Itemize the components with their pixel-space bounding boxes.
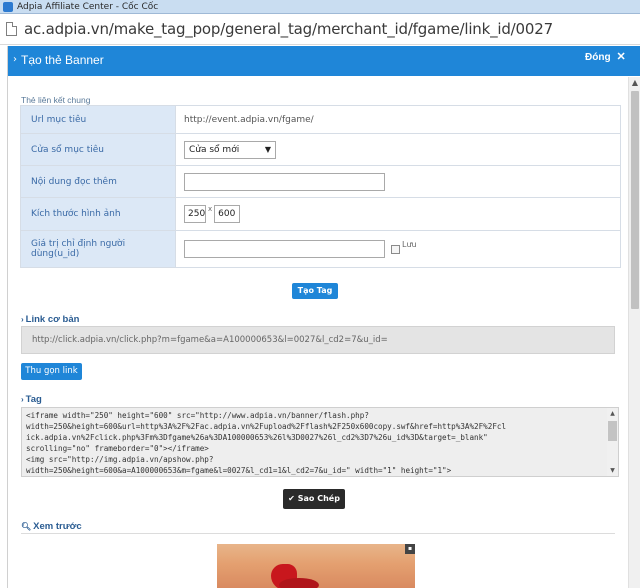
code-line: width=250&height=600&url=http%3A%2F%2Fac…: [26, 422, 507, 431]
image-size-label: Kích thước hình ảnh: [20, 197, 176, 231]
copy-button-label: Sao Chép: [297, 494, 340, 503]
scroll-down-icon[interactable]: ▼: [607, 465, 618, 476]
user-value-label: Giá trị chỉ định người dùng(u_id): [20, 230, 176, 268]
basic-link-heading-text: Link cơ bản: [25, 314, 80, 325]
scrollbar-thumb[interactable]: [631, 91, 639, 309]
copy-button[interactable]: ✔ Sao Chép: [283, 489, 345, 509]
height-input[interactable]: 600: [214, 205, 241, 223]
code-scrollbar[interactable]: ▲ ▼: [607, 408, 618, 476]
banner-preview-image[interactable]: ▪: [217, 544, 415, 588]
basic-link-heading: › Link cơ bản: [21, 314, 79, 326]
popup-header: › Tạo thẻ Banner Đóng ✕: [8, 46, 640, 76]
target-window-select[interactable]: Cửa sổ mới ▼: [184, 140, 276, 159]
code-scroll-thumb[interactable]: [608, 421, 617, 441]
code-line: ick.adpia.vn%2Fclick.php%3Fm%3Dfgame%26a…: [26, 433, 488, 442]
address-bar[interactable]: ac.adpia.vn/make_tag_pop/general_tag/mer…: [0, 14, 640, 45]
page-icon: [6, 22, 17, 36]
form-row-url: Url mục tiêu http://event.adpia.vn/fgame…: [20, 105, 621, 134]
banner-art-shape: [279, 578, 319, 588]
scroll-up-icon[interactable]: ▲: [629, 77, 640, 89]
url-label: Url mục tiêu: [20, 105, 176, 134]
size-separator: x: [208, 205, 213, 213]
preview-divider: [21, 533, 615, 534]
form-row-user-value: Giá trị chỉ định người dùng(u_id) Lưu: [20, 230, 621, 268]
tag-heading-text: Tag: [25, 394, 42, 405]
url-text[interactable]: ac.adpia.vn/make_tag_pop/general_tag/mer…: [24, 19, 553, 39]
preview-heading-text: Xem trước: [33, 521, 82, 532]
extra-content-label: Nội dung đọc thêm: [20, 165, 176, 198]
tag-code-textarea[interactable]: <iframe width="250" height="600" src="ht…: [21, 407, 619, 477]
code-line: scrolling="no" frameborder="0"></iframe>: [26, 444, 209, 453]
window-title: Adpia Affiliate Center - Cốc Cốc: [17, 2, 159, 12]
form-row-size: Kích thước hình ảnh 250 x 600: [20, 197, 621, 231]
basic-link-field[interactable]: http://click.adpia.vn/click.php?m=fgame&…: [21, 326, 615, 354]
tag-heading: › Tag: [21, 394, 42, 406]
preview-heading: 🔍︎ Xem trước: [21, 521, 82, 533]
close-icon[interactable]: ✕: [617, 51, 626, 63]
form-row-extra: Nội dung đọc thêm: [20, 165, 621, 198]
save-checkbox[interactable]: [391, 244, 400, 254]
scroll-up-icon[interactable]: ▲: [607, 408, 618, 419]
chevron-right-icon: ›: [21, 315, 24, 324]
browser-logo-icon: [3, 2, 13, 12]
code-line: width=250&height=600&a=A100000653&m=fgam…: [26, 466, 452, 475]
width-input[interactable]: 250: [184, 205, 206, 223]
save-checkbox-label: Lưu: [402, 240, 417, 249]
flash-corner-icon: ▪: [405, 544, 415, 554]
url-value: http://event.adpia.vn/fgame/: [175, 105, 621, 134]
tag-form: Url mục tiêu http://event.adpia.vn/fgame…: [20, 105, 621, 268]
code-line: <iframe width="250" height="600" src="ht…: [26, 411, 369, 420]
code-line: <img src="http://img.adpia.vn/apshow.php…: [26, 455, 214, 464]
chevron-right-icon: ›: [21, 395, 24, 404]
dropdown-arrow-icon: ▼: [264, 144, 271, 154]
user-value-input[interactable]: [184, 240, 385, 258]
create-tag-button[interactable]: Tạo Tag: [292, 283, 338, 299]
check-icon: ✔: [288, 494, 295, 503]
popup-scrollbar[interactable]: ▲: [628, 77, 640, 588]
close-label[interactable]: Đóng: [585, 52, 611, 63]
search-icon: 🔍︎: [21, 522, 32, 531]
target-window-value: Cửa sổ mới: [189, 144, 240, 155]
window-label: Cửa sổ mục tiêu: [20, 133, 176, 166]
browser-window: Adpia Affiliate Center - Cốc Cốc ac.adpi…: [0, 0, 640, 588]
extra-content-input[interactable]: [184, 172, 385, 191]
close-button[interactable]: Đóng ✕: [585, 51, 626, 64]
form-row-window: Cửa sổ mục tiêu Cửa sổ mới ▼: [20, 133, 621, 166]
shorten-link-button[interactable]: Thu gọn link: [21, 363, 82, 380]
chevron-right-icon: ›: [13, 54, 17, 65]
window-titlebar: Adpia Affiliate Center - Cốc Cốc: [0, 0, 640, 14]
banner-popup: › Tạo thẻ Banner Đóng ✕ ▲ Thẻ liên kết ch…: [7, 46, 640, 588]
popup-title: Tạo thẻ Banner: [21, 53, 104, 67]
